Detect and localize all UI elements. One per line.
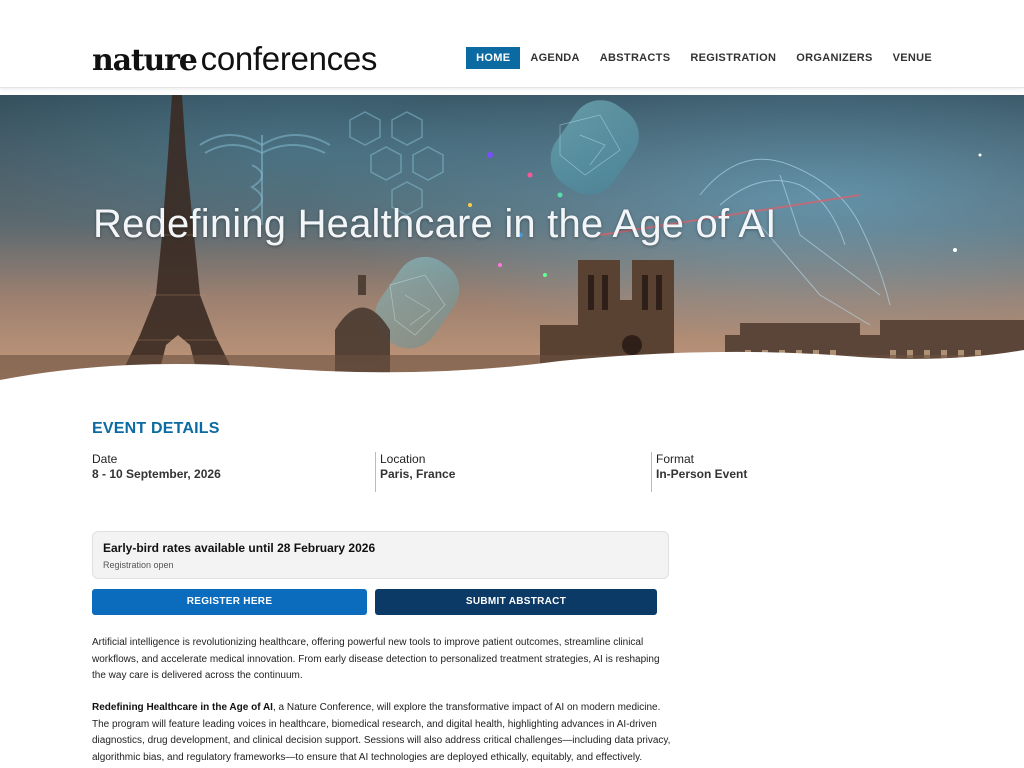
- event-details-heading: EVENT DETAILS: [92, 420, 220, 437]
- nav-agenda[interactable]: AGENDA: [520, 47, 589, 69]
- logo-nature: nature: [92, 43, 198, 78]
- nav-organizers[interactable]: ORGANIZERS: [786, 47, 882, 69]
- format-value: In-Person Event: [656, 467, 748, 481]
- conference-paragraph: Redefining Healthcare in the Age of AI, …: [92, 700, 672, 766]
- registration-status: Registration open: [103, 560, 174, 570]
- logo-conferences: conferences: [200, 40, 378, 77]
- detail-date: Date 8 - 10 September, 2026: [92, 452, 372, 492]
- hero-title: Redefining Healthcare in the Age of AI: [93, 202, 777, 246]
- nav-abstracts[interactable]: ABSTRACTS: [590, 47, 681, 69]
- intro-paragraph: Artificial intelligence is revolutionizi…: [92, 637, 660, 681]
- event-details: Date 8 - 10 September, 2026 Location Par…: [92, 452, 932, 492]
- nav-home[interactable]: HOME: [466, 47, 521, 69]
- detail-format: Format In-Person Event: [651, 452, 901, 492]
- hero-banner: Redefining Healthcare in the Age of AI: [0, 95, 1024, 385]
- register-button[interactable]: REGISTER HERE: [92, 589, 367, 615]
- site-header: nature conferences HOME AGENDA ABSTRACTS…: [0, 0, 1024, 88]
- early-bird-notice: Early-bird rates available until 28 Febr…: [92, 531, 669, 579]
- nav-venue[interactable]: VENUE: [883, 47, 942, 69]
- location-value: Paris, France: [380, 467, 456, 481]
- location-label: Location: [380, 452, 426, 466]
- date-label: Date: [92, 452, 118, 466]
- early-bird-headline: Early-bird rates available until 28 Febr…: [103, 541, 376, 555]
- submit-abstract-button[interactable]: SUBMIT ABSTRACT: [375, 589, 657, 615]
- detail-location: Location Paris, France: [375, 452, 645, 492]
- nature-conferences-logo[interactable]: nature conferences: [92, 40, 377, 80]
- nav-registration[interactable]: REGISTRATION: [680, 47, 786, 69]
- format-label: Format: [656, 452, 695, 466]
- main-nav: HOME AGENDA ABSTRACTS REGISTRATION ORGAN…: [466, 47, 942, 69]
- conference-name: Redefining Healthcare in the Age of AI: [92, 702, 273, 713]
- date-value: 8 - 10 September, 2026: [92, 467, 221, 481]
